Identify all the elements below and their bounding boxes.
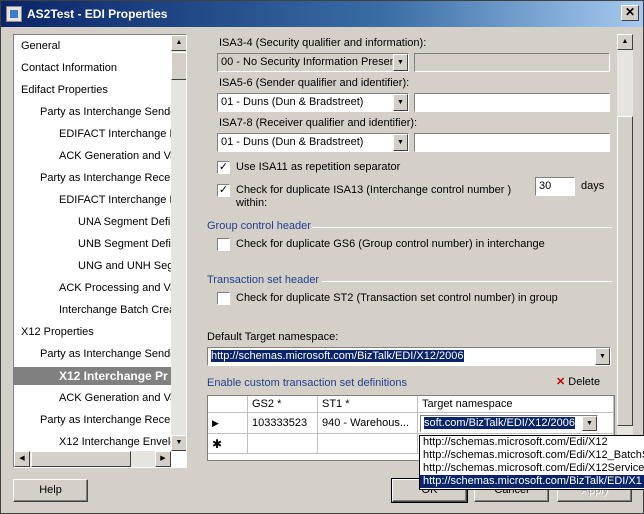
x12-interchange-properties-panel: ISA3-4 (Security qualifier and informati… [199, 34, 633, 468]
scroll-right-arrow-icon[interactable]: ▶ [155, 451, 171, 467]
st2-checkbox[interactable] [217, 292, 230, 305]
window-title: AS2Test - EDI Properties [27, 7, 168, 21]
gs6-label: Check for duplicate GS6 (Group control n… [236, 238, 545, 250]
tree-item-interchange-batch-creation[interactable]: Interchange Batch Creat [59, 301, 178, 319]
scroll-down-arrow-icon[interactable]: ▼ [171, 435, 186, 451]
namespace-dropdown-list[interactable]: http://schemas.microsoft.com/Edi/X12 htt… [419, 435, 644, 490]
isa34-label: ISA3-4 (Security qualifier and informati… [219, 37, 427, 49]
isa13-checkbox[interactable]: ✓ [217, 184, 230, 197]
edi-properties-window: AS2Test - EDI Properties ✕ General Conta… [0, 0, 644, 514]
gs6-checkbox[interactable] [217, 238, 230, 251]
tree-item-x12-ack-generation[interactable]: ACK Generation and Va [59, 389, 176, 407]
dropdown-option[interactable]: http://schemas.microsoft.com/Edi/X12_Bat… [420, 449, 644, 462]
cell-target-namespace[interactable]: soft.com/BizTalk/EDI/X12/2006 ▼ [418, 413, 614, 434]
tree-item-edifact-interchange-f[interactable]: EDIFACT Interchange F [59, 125, 176, 143]
isa78-identifier-field[interactable] [414, 133, 610, 152]
scroll-up-arrow-icon[interactable]: ▲ [617, 34, 633, 50]
custom-transaction-set-label: Enable custom transaction set definition… [207, 377, 407, 389]
tree-item-edifact-interchange-sender[interactable]: Party as Interchange Sende [40, 103, 176, 121]
tree-horizontal-scrollbar[interactable]: ◀ ▶ [14, 451, 171, 467]
tree-item-una-segment[interactable]: UNA Segment Defir [78, 213, 174, 231]
cell-namespace-select[interactable]: soft.com/BizTalk/EDI/X12/2006 ▼ [420, 415, 598, 432]
new-row-icon: ✱ [208, 434, 248, 454]
scroll-left-arrow-icon[interactable]: ◀ [14, 451, 30, 467]
delete-label: Delete [568, 376, 601, 388]
dropdown-arrow-icon[interactable]: ▼ [393, 94, 408, 111]
tree-item-edifact-interchange-receiver[interactable]: Party as Interchange Receiv [40, 169, 178, 187]
tree-vertical-scrollbar[interactable]: ▲ ▼ [171, 35, 186, 451]
title-bar[interactable]: AS2Test - EDI Properties ✕ [1, 1, 643, 27]
tree-item-x12-interchange-receiver[interactable]: Party as Interchange Receiv [40, 411, 178, 429]
isa56-qualifier-value: 01 - Duns (Dun & Bradstreet) [221, 96, 364, 108]
tree-item-edifact-properties[interactable]: Edifact Properties [21, 81, 108, 99]
group-control-header-title: Group control header [207, 220, 311, 232]
new-cell-gs2[interactable] [248, 434, 318, 454]
tree-item-edifact-interchange-e[interactable]: EDIFACT Interchange E [59, 191, 177, 209]
dropdown-arrow-icon[interactable]: ▼ [582, 416, 597, 431]
tree-item-unb-segment[interactable]: UNB Segment Defir [78, 235, 175, 253]
isa78-qualifier-value: 01 - Duns (Dun & Bradstreet) [221, 136, 364, 148]
st2-label: Check for duplicate ST2 (Transaction set… [236, 292, 558, 304]
isa34-information-field[interactable] [414, 53, 610, 72]
tree-item-contact-information[interactable]: Contact Information [21, 59, 117, 77]
horizontal-scroll-thumb[interactable] [31, 451, 131, 467]
transaction-set-header-title: Transaction set header [207, 274, 320, 286]
close-button[interactable]: ✕ [621, 5, 639, 21]
default-namespace-value: http://schemas.microsoft.com/BizTalk/EDI… [211, 350, 464, 362]
isa78-qualifier-select[interactable]: 01 - Duns (Dun & Bradstreet) ▼ [217, 133, 409, 152]
duplicate-days-field[interactable]: 30 [535, 177, 575, 196]
tree-item-edifact-ack-generation[interactable]: ACK Generation and Va [59, 147, 176, 165]
isa34-qualifier-select[interactable]: 00 - No Security Information Present ▼ [217, 53, 409, 72]
tree-item-general[interactable]: General [21, 37, 60, 55]
delete-button[interactable]: ✕ Delete [556, 375, 600, 388]
transaction-divider [322, 281, 612, 282]
grid-corner-header [208, 396, 248, 413]
isa56-label: ISA5-6 (Sender qualifier and identifier)… [219, 77, 410, 89]
tree-item-x12-properties[interactable]: X12 Properties [21, 323, 94, 341]
tree-item-x12-interchange-envelope[interactable]: X12 Interchange Envelo [59, 433, 176, 451]
panel-scroll-thumb[interactable] [617, 116, 633, 426]
isa13-label: Check for duplicate ISA13 (Interchange c… [236, 184, 512, 196]
isa13-label-within: within: [236, 197, 268, 209]
tree-item-x12-interchange-sender[interactable]: Party as Interchange Sende [40, 345, 176, 363]
column-header-gs2[interactable]: GS2 * [248, 396, 318, 413]
dropdown-option[interactable]: http://schemas.microsoft.com/Edi/X12 [420, 436, 644, 449]
days-unit-label: days [581, 180, 605, 192]
dropdown-option[interactable]: http://schemas.microsoft.com/Edi/X12Serv… [420, 462, 644, 475]
group-divider [312, 227, 612, 228]
isa78-label: ISA7-8 (Receiver qualifier and identifie… [219, 117, 418, 129]
dropdown-option-highlighted[interactable]: http://schemas.microsoft.com/BizTalk/EDI… [420, 475, 644, 488]
isa11-label: Use ISA11 as repetition separator [236, 161, 401, 173]
new-cell-st1[interactable] [318, 434, 418, 454]
isa56-identifier-field[interactable] [414, 93, 610, 112]
tree-item-x12-interchange-processing[interactable]: X12 Interchange Pr [14, 367, 171, 385]
dropdown-arrow-icon[interactable]: ▼ [595, 348, 610, 365]
scroll-thumb[interactable] [171, 52, 186, 80]
scroll-up-arrow-icon[interactable]: ▲ [171, 35, 186, 51]
help-button[interactable]: Help [13, 479, 88, 502]
row-indicator-icon: ▶ [208, 413, 248, 434]
delete-icon: ✕ [556, 376, 566, 388]
app-icon [6, 6, 22, 22]
cell-namespace-value: soft.com/BizTalk/EDI/X12/2006 [424, 417, 576, 429]
tree-item-edifact-ack-processing[interactable]: ACK Processing and Va [59, 279, 176, 297]
dropdown-arrow-icon[interactable]: ▼ [393, 54, 408, 71]
cell-st1[interactable]: 940 - Warehous... [318, 413, 418, 434]
isa56-qualifier-select[interactable]: 01 - Duns (Dun & Bradstreet) ▼ [217, 93, 409, 112]
panel-vertical-scrollbar[interactable]: ▲ ▼ [617, 34, 633, 464]
cell-gs2[interactable]: 103333523 [248, 413, 318, 434]
isa34-qualifier-value: 00 - No Security Information Present [221, 56, 399, 68]
tree-item-ung-unh-segment[interactable]: UNG and UNH Seg [78, 257, 173, 275]
isa11-checkbox[interactable]: ✓ [217, 161, 230, 174]
navigation-tree[interactable]: General Contact Information Edifact Prop… [13, 34, 187, 468]
default-namespace-label: Default Target namespace: [207, 331, 339, 343]
dropdown-arrow-icon[interactable]: ▼ [393, 134, 408, 151]
column-header-target-namespace[interactable]: Target namespace [418, 396, 614, 413]
default-namespace-select[interactable]: http://schemas.microsoft.com/BizTalk/EDI… [207, 347, 611, 366]
column-header-st1[interactable]: ST1 * [318, 396, 418, 413]
